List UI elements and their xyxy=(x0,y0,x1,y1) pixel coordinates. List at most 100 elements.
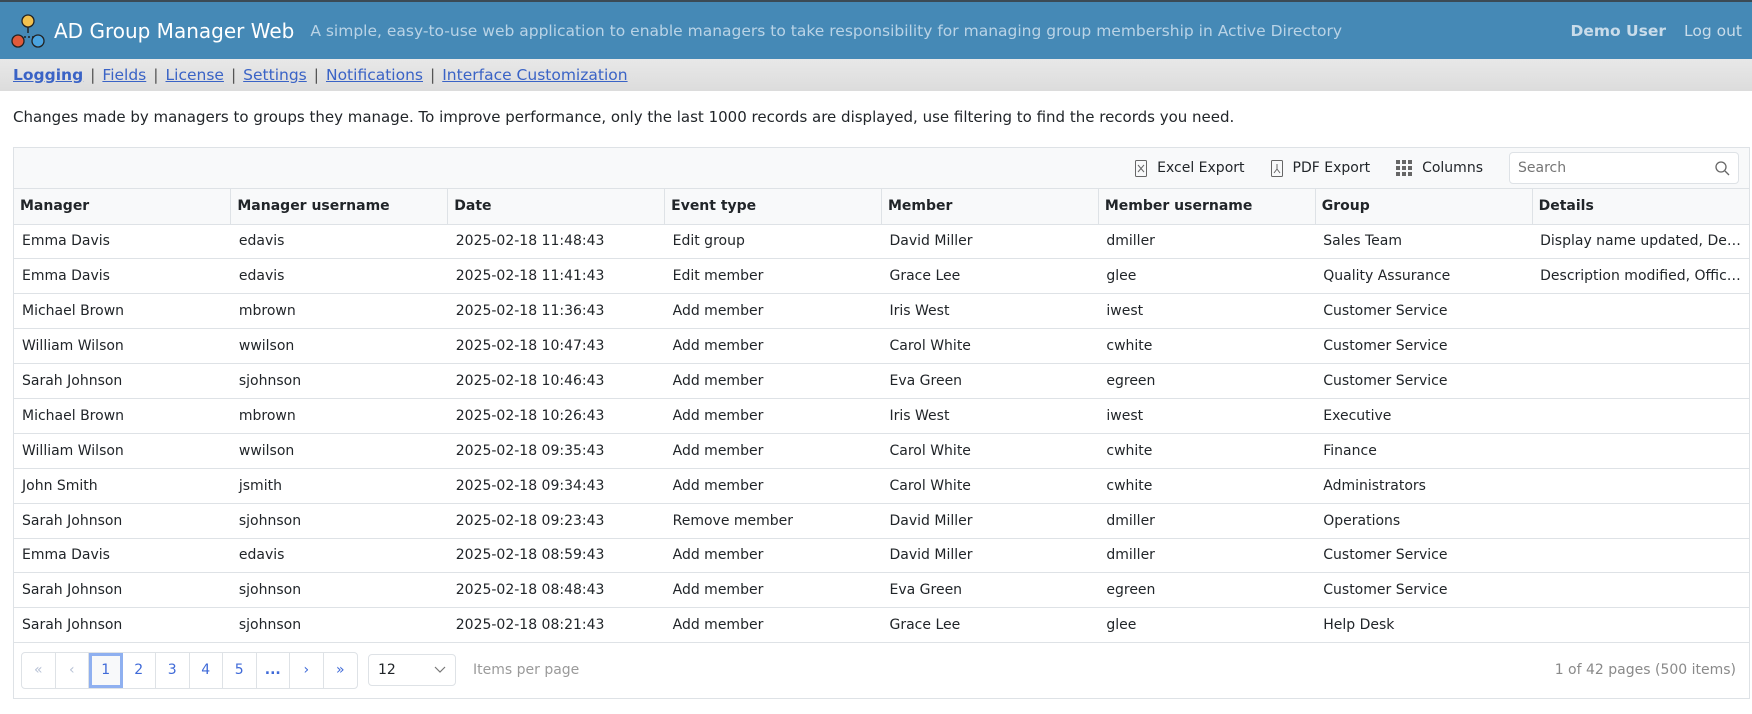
cell-member-username: dmiller xyxy=(1098,538,1316,574)
page-4-button[interactable]: 4 xyxy=(190,652,223,688)
cell-event-type: Edit group xyxy=(664,224,882,260)
cell-manager: William Wilson xyxy=(14,328,231,365)
nav-license[interactable]: License xyxy=(166,66,224,84)
columns-grid-icon xyxy=(1396,160,1413,176)
pager: «‹ 1 2 3 4 5... ›» 12 Items per page 1 of 42 p… xyxy=(14,642,1749,698)
cell-manager: Emma Davis xyxy=(14,224,231,260)
cell-date: 2025-02-18 11:41:43 xyxy=(447,258,665,295)
nav-separator: | xyxy=(230,66,237,84)
nav-fields[interactable]: Fields xyxy=(102,66,146,84)
table-row[interactable]: Michael Brown mbrown 2025-02-18 11:36:43 Ad… xyxy=(14,293,1749,330)
column-header[interactable]: Group xyxy=(1315,189,1533,225)
settings-nav: Logging | Fields | License | Settings | Noti… xyxy=(0,59,1752,91)
cell-manager: Michael Brown xyxy=(14,293,231,330)
last-page-button[interactable]: » xyxy=(324,653,358,688)
cell-event-type: Add member xyxy=(664,293,882,330)
nav-interface-customization[interactable]: Interface Customization xyxy=(442,66,627,84)
table-row[interactable]: Emma Davis edavis 2025-02-18 11:41:43 Edit … xyxy=(14,258,1749,295)
table-row[interactable]: William Wilson wwilson 2025-02-18 10:47:43… xyxy=(14,328,1749,365)
prev-page-button[interactable]: ‹ xyxy=(56,652,89,688)
app-title: AD Group Manager Web xyxy=(54,18,295,43)
table-row[interactable]: Emma Davis edavis 2025-02-18 08:59:43 Add m… xyxy=(14,538,1749,574)
cell-member: Iris West xyxy=(881,293,1099,330)
page-size-value: 12 xyxy=(378,662,396,678)
cell-date: 2025-02-18 10:47:43 xyxy=(447,328,665,365)
column-header[interactable]: Details xyxy=(1532,189,1749,225)
column-header[interactable]: Manager username xyxy=(230,189,449,225)
logout-link[interactable]: Log out xyxy=(1684,22,1742,40)
search-box[interactable] xyxy=(1509,152,1739,184)
cell-member: Iris West xyxy=(881,398,1099,434)
pdf-export-button[interactable]: PDF Export xyxy=(1270,159,1371,177)
cell-manager-username: jsmith xyxy=(230,468,448,504)
cell-date: 2025-02-18 09:23:43 xyxy=(447,503,665,539)
cell-member-username: dmiller xyxy=(1098,224,1316,260)
table-row[interactable]: Sarah Johnson sjohnson 2025-02-18 10:46:43… xyxy=(14,363,1749,399)
nav-settings[interactable]: Settings xyxy=(243,66,307,84)
column-header[interactable]: Event type xyxy=(664,189,882,225)
cell-details xyxy=(1532,572,1749,609)
cell-details xyxy=(1532,538,1749,574)
cell-manager: John Smith xyxy=(14,468,231,504)
columns-button[interactable]: Columns xyxy=(1396,160,1483,176)
cell-member-username: iwest xyxy=(1098,293,1316,330)
nav-separator: | xyxy=(90,66,96,84)
cell-group: Quality Assurance xyxy=(1315,258,1533,295)
cell-date: 2025-02-18 08:48:43 xyxy=(447,572,665,609)
table-row[interactable]: Emma Davis edavis 2025-02-18 11:48:43 Edit … xyxy=(14,224,1749,260)
cell-event-type: Add member xyxy=(664,363,882,399)
table-row[interactable]: Sarah Johnson sjohnson 2025-02-18 08:48:43… xyxy=(14,572,1749,609)
pdf-export-label: PDF Export xyxy=(1292,160,1371,176)
logging-grid: Excel Export PDF Export Columns ManagerM… xyxy=(13,147,1750,699)
cell-event-type: Add member xyxy=(664,328,882,365)
page-2-button[interactable]: 2 xyxy=(123,652,156,688)
cell-group: Executive xyxy=(1315,398,1533,434)
cell-member: David Miller xyxy=(881,538,1099,574)
columns-label: Columns xyxy=(1422,160,1483,176)
cell-member-username: cwhite xyxy=(1098,328,1316,365)
table-row[interactable]: Michael Brown mbrown 2025-02-18 10:26:43 Ad… xyxy=(14,398,1749,434)
cell-group: Sales Team xyxy=(1315,224,1533,260)
column-header[interactable]: Manager xyxy=(14,189,232,225)
column-header[interactable]: Member username xyxy=(1098,189,1316,225)
table-row[interactable]: Sarah Johnson sjohnson 2025-02-18 08:21:43… xyxy=(14,607,1749,644)
pdf-file-icon xyxy=(1270,159,1283,177)
cell-details xyxy=(1532,468,1749,504)
cell-manager: Sarah Johnson xyxy=(14,607,231,644)
cell-event-type: Add member xyxy=(664,398,882,434)
cell-event-type: Remove member xyxy=(664,503,882,539)
cell-date: 2025-02-18 09:34:43 xyxy=(447,468,665,504)
table-row[interactable]: William Wilson wwilson 2025-02-18 09:35:43… xyxy=(14,433,1749,469)
cell-member: Eva Green xyxy=(881,572,1099,609)
cell-member-username: cwhite xyxy=(1098,468,1316,504)
cell-member: Carol White xyxy=(881,328,1099,365)
page-5-button[interactable]: 5 xyxy=(223,652,257,688)
nav-logging[interactable]: Logging xyxy=(13,66,83,84)
excel-export-button[interactable]: Excel Export xyxy=(1135,159,1245,177)
column-header[interactable]: Member xyxy=(881,189,1099,225)
page-size-select[interactable]: 12 xyxy=(368,654,456,686)
next-page-button[interactable]: › xyxy=(290,652,324,688)
cell-group: Administrators xyxy=(1315,468,1533,504)
cell-date: 2025-02-18 11:36:43 xyxy=(447,293,665,330)
more-pages-button[interactable]: ... xyxy=(257,652,290,688)
cell-manager-username: edavis xyxy=(230,258,448,295)
cell-manager: Sarah Johnson xyxy=(14,572,231,609)
cell-details xyxy=(1532,398,1749,434)
cell-member: Grace Lee xyxy=(881,607,1099,644)
cell-group: Finance xyxy=(1315,433,1533,469)
column-header[interactable]: Date xyxy=(447,189,666,225)
page-3-button[interactable]: 3 xyxy=(156,652,190,688)
search-input[interactable] xyxy=(1518,160,1698,176)
page-1-button[interactable]: 1 xyxy=(89,652,123,688)
table-row[interactable]: Sarah Johnson sjohnson 2025-02-18 09:23:43… xyxy=(14,503,1749,539)
nav-separator: | xyxy=(153,66,159,84)
cell-member-username: cwhite xyxy=(1098,433,1316,469)
cell-date: 2025-02-18 11:48:43 xyxy=(447,224,665,260)
table-row[interactable]: John Smith jsmith 2025-02-18 09:34:43 Add m… xyxy=(14,468,1749,504)
nav-notifications[interactable]: Notifications xyxy=(326,66,423,84)
cell-manager-username: mbrown xyxy=(230,293,448,330)
page-buttons: «‹ 1 2 3 4 5... ›» xyxy=(21,651,358,689)
cell-event-type: Add member xyxy=(664,433,882,469)
first-page-button[interactable]: « xyxy=(22,652,56,688)
